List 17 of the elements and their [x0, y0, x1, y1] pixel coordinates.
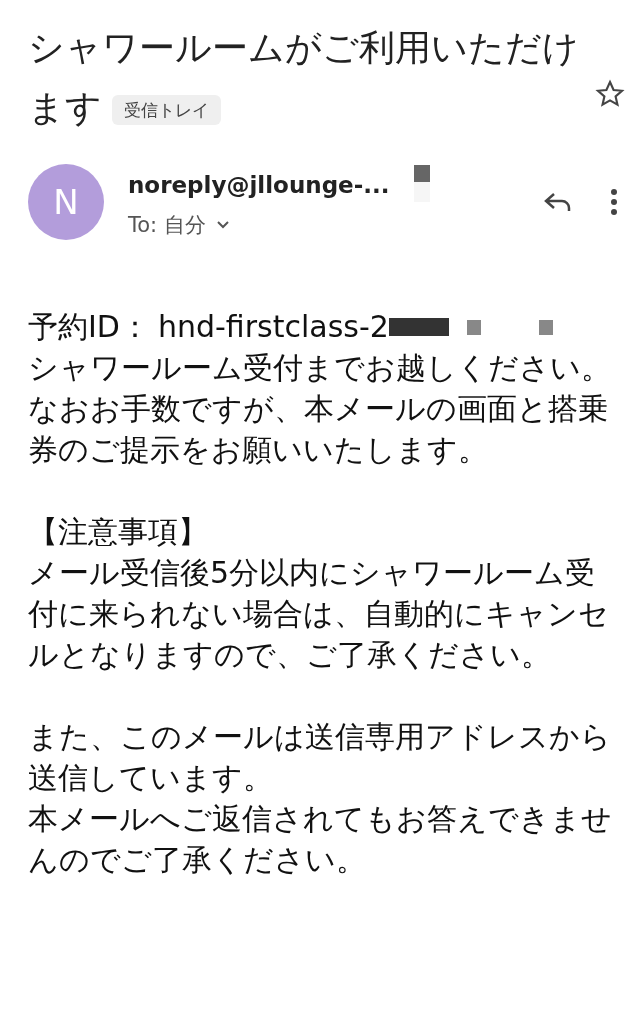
body-text: メール受信後5分以内にシャワールーム受付に来られない場合は、自動的にキャンセルとなりますので、ご了承ください。 [28, 554, 610, 674]
body-text: なおお手数ですが、本メールの画面と搭乗券のご提示をお願いいたします。 [28, 390, 609, 469]
more-vertical-icon [610, 188, 618, 216]
body-text: 【注意事項】 [28, 513, 209, 551]
reservation-id-label: 予約ID： [28, 308, 150, 346]
inbox-label[interactable]: 受信トレイ [112, 95, 221, 125]
redaction-mark [413, 165, 432, 205]
body-text: また、このメールは送信専用アドレスから送信しています。 [28, 718, 612, 797]
avatar: N [28, 164, 104, 240]
email-subject: シャワールームがご利用いただけます 受信トレイ [28, 26, 580, 130]
reservation-id: hnd-firstclass-2 [157, 308, 389, 346]
recipient-toggle[interactable]: To: 自分 [128, 211, 514, 239]
body-text: シャワールーム受付までお越しください。 [28, 349, 612, 387]
sender-name: noreply@jllounge-... [128, 172, 390, 198]
body-text: 本メールへご返信されてもお答えできませんのでご了承ください。 [28, 800, 613, 879]
chevron-down-icon [215, 220, 230, 230]
reply-icon [543, 190, 573, 214]
